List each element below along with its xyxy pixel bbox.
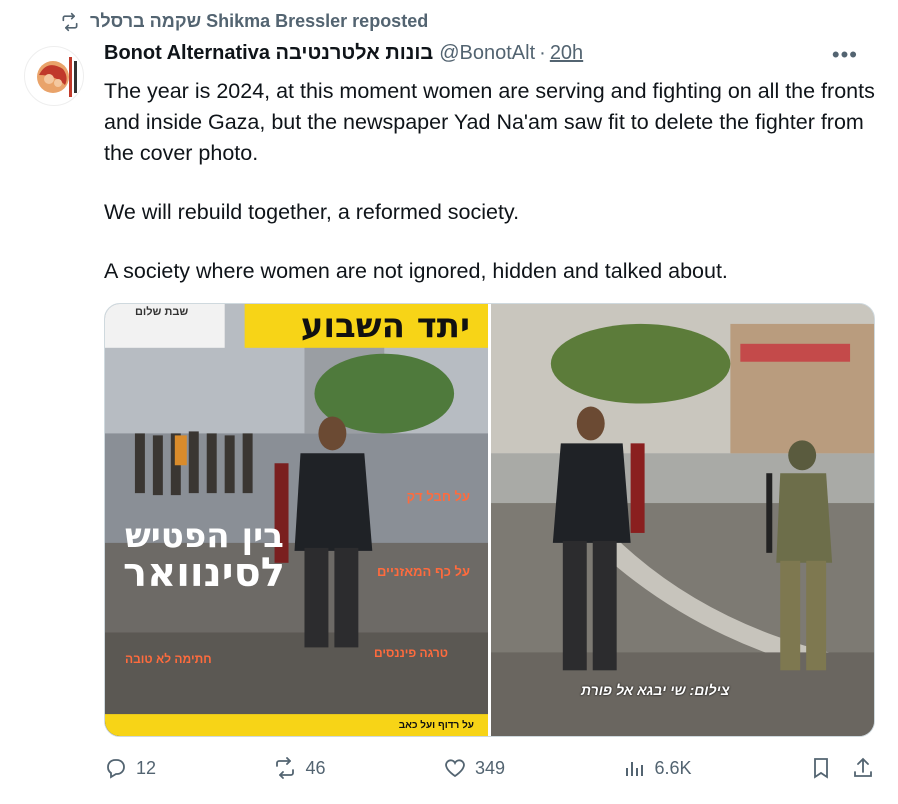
bookmark-icon (814, 758, 828, 779)
repost-button[interactable]: 46 (273, 756, 326, 780)
headline-line-2: לסינוואר (123, 550, 285, 596)
reply-button[interactable]: 12 (104, 756, 156, 780)
views-button[interactable]: 6.6K (622, 756, 692, 780)
repost-text: שקמה ברסלר Shikma Bressler reposted (90, 11, 429, 31)
tweet-paragraph: We will rebuild together, a reformed soc… (104, 200, 520, 224)
repost-icon (62, 12, 78, 31)
avatar[interactable] (24, 46, 84, 106)
column-title: טרגה פיננסים (374, 646, 448, 660)
separator: · (539, 42, 546, 64)
photo-caption: צילום: שי יבגא אל פורת (581, 682, 730, 698)
views-count: 6.6K (654, 757, 692, 778)
column-title: על חבל דק (406, 489, 470, 504)
repost-indicator[interactable]: שקמה ברסלר Shikma Bressler reposted (60, 11, 428, 32)
reply-icon (107, 759, 125, 779)
timestamp[interactable]: 20h (550, 42, 583, 65)
more-options-icon[interactable]: ••• (832, 42, 858, 68)
repost-icon (276, 757, 295, 779)
tweet-header: Bonot Alternativa בונות אלטרנטיבה @Bonot… (104, 42, 858, 65)
action-bar: 12 46 349 6.6K (104, 756, 875, 780)
tweet-paragraph: A society where women are not ignored, h… (104, 259, 728, 283)
heart-icon (445, 759, 465, 778)
author-handle[interactable]: @BonotAlt (439, 42, 535, 65)
tweet-paragraph: The year is 2024, at this moment women a… (104, 79, 875, 165)
tweet-text: The year is 2024, at this moment women a… (104, 76, 884, 287)
bookmark-button[interactable] (809, 756, 833, 780)
masthead: יתד השבוע (300, 306, 470, 346)
media-grid[interactable]: יתד השבוע שבת שלום בין הפטיש לסינוואר על… (104, 303, 875, 737)
reply-count: 12 (136, 757, 157, 778)
like-count: 349 (474, 757, 506, 778)
author-name[interactable]: Bonot Alternativa בונות אלטרנטיבה (104, 42, 433, 65)
repost-count: 46 (305, 757, 326, 778)
original-photo-image[interactable]: צילום: שי יבגא אל פורת (491, 304, 874, 736)
cover-footer: על רדוף ועל כאב (398, 720, 474, 731)
views-icon (626, 762, 644, 776)
share-icon (854, 757, 872, 777)
like-button[interactable]: 349 (443, 756, 505, 780)
share-button[interactable] (851, 756, 875, 780)
column-title: חתימה לא טובה (125, 652, 212, 666)
weather-box-title: שבת שלום (135, 306, 189, 318)
newspaper-cover-image[interactable]: יתד השבוע שבת שלום בין הפטיש לסינוואר על… (105, 304, 488, 736)
column-title: על כף המאזניים (376, 564, 470, 579)
